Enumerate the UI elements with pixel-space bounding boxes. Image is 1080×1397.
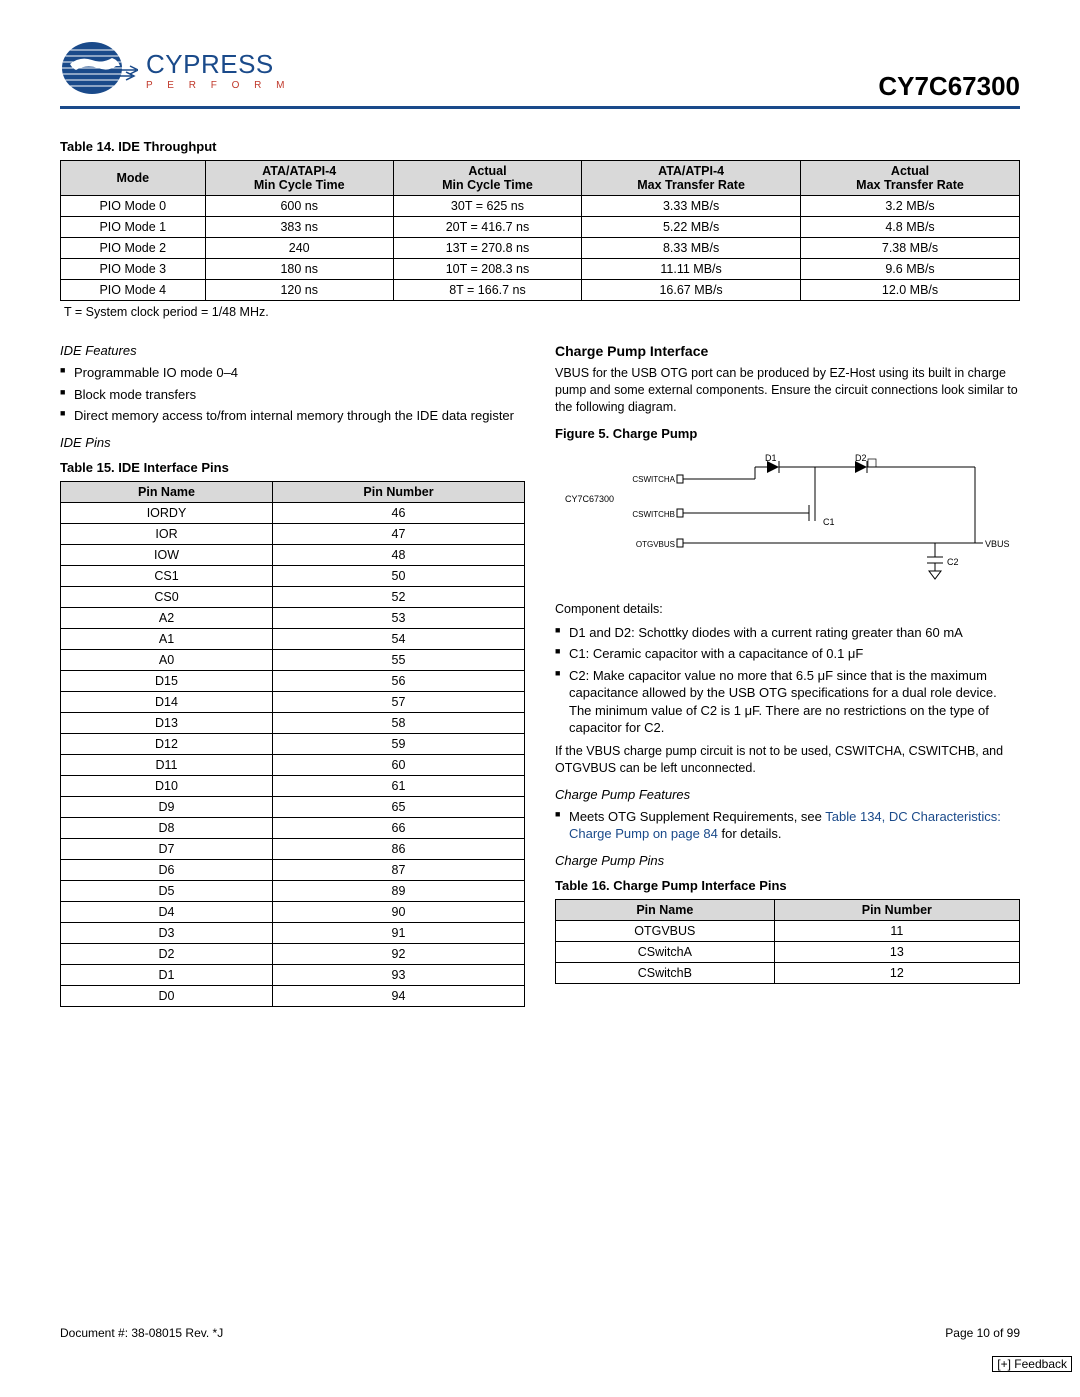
table-row: D1259 <box>61 733 525 754</box>
table-header: Pin Number <box>774 899 1019 920</box>
list-item: Direct memory access to/from internal me… <box>60 407 525 425</box>
page-footer: Document #: 38-08015 Rev. *J Page 10 of … <box>60 1326 1020 1340</box>
table-row: D292 <box>61 943 525 964</box>
svg-text:CSWITCHA: CSWITCHA <box>632 475 675 484</box>
table-header: Pin Number <box>273 481 525 502</box>
list-item: Meets OTG Supplement Requirements, see T… <box>555 808 1020 843</box>
table-row: PIO Mode 1383 ns20T = 416.7 ns5.22 MB/s4… <box>61 217 1020 238</box>
doc-number: Document #: 38-08015 Rev. *J <box>60 1326 223 1340</box>
table-row: D1160 <box>61 754 525 775</box>
svg-text:C2: C2 <box>947 557 959 567</box>
right-column: Charge Pump Interface VBUS for the USB O… <box>555 333 1020 1011</box>
table-row: D094 <box>61 985 525 1006</box>
cp-features-title: Charge Pump Features <box>555 787 1020 802</box>
brand-name: CYPRESS <box>146 51 291 77</box>
table-header: ActualMax Transfer Rate <box>801 161 1020 196</box>
page-number: Page 10 of 99 <box>945 1326 1020 1340</box>
table15-caption: Table 15. IDE Interface Pins <box>60 460 525 475</box>
page: CYPRESS P E R F O R M CY7C67300 Table 14… <box>0 0 1080 1380</box>
table14: ModeATA/ATAPI-4Min Cycle TimeActualMin C… <box>60 160 1020 301</box>
list-item: C1: Ceramic capacitor with a capacitance… <box>555 645 1020 663</box>
part-number: CY7C67300 <box>878 71 1020 102</box>
ide-pins-title: IDE Pins <box>60 435 525 450</box>
table-row: CSwitchA13 <box>556 941 1020 962</box>
svg-text:CSWITCHB: CSWITCHB <box>632 510 675 519</box>
table-header: Pin Name <box>556 899 775 920</box>
cp-features-list: Meets OTG Supplement Requirements, see T… <box>555 808 1020 843</box>
left-column: IDE Features Programmable IO mode 0–4 Blo… <box>60 333 525 1011</box>
table-row: CS052 <box>61 586 525 607</box>
list-item: D1 and D2: Schottky diodes with a curren… <box>555 624 1020 642</box>
list-item: Programmable IO mode 0–4 <box>60 364 525 382</box>
table-row: D1556 <box>61 670 525 691</box>
table-row: CS150 <box>61 565 525 586</box>
ide-features-title: IDE Features <box>60 343 525 358</box>
charge-pump-note: If the VBUS charge pump circuit is not t… <box>555 743 1020 777</box>
figure5-caption: Figure 5. Charge Pump <box>555 426 1020 441</box>
svg-text:VBUS: VBUS <box>985 539 1010 549</box>
table-row: PIO Mode 0600 ns30T = 625 ns3.33 MB/s3.2… <box>61 196 1020 217</box>
table-row: D490 <box>61 901 525 922</box>
charge-pump-intro: VBUS for the USB OTG port can be produce… <box>555 365 1020 416</box>
logo-block: CYPRESS P E R F O R M <box>60 40 291 102</box>
table14-caption: Table 14. IDE Throughput <box>60 139 1020 154</box>
table-header: Mode <box>61 161 206 196</box>
table16-caption: Table 16. Charge Pump Interface Pins <box>555 878 1020 893</box>
cypress-globe-icon <box>60 40 138 102</box>
table15: Pin NamePin Number IORDY46IOR47IOW48CS15… <box>60 481 525 1007</box>
component-details-title: Component details: <box>555 601 1020 618</box>
svg-text:C1: C1 <box>823 517 835 527</box>
list-item: C2: Make capacitor value no more that 6.… <box>555 667 1020 737</box>
table-row: IORDY46 <box>61 502 525 523</box>
table-row: D391 <box>61 922 525 943</box>
table-row: IOW48 <box>61 544 525 565</box>
table-header: Pin Name <box>61 481 273 502</box>
table-row: D589 <box>61 880 525 901</box>
figure5-diagram: CY7C67300 CSWITCHA CSWITCHB OTGVBUS D1 <box>555 447 1020 587</box>
svg-text:D2: D2 <box>855 453 867 463</box>
table-row: PIO Mode 4120 ns8T = 166.7 ns16.67 MB/s1… <box>61 280 1020 301</box>
fig-chip-label: CY7C67300 <box>565 494 614 504</box>
svg-text:OTGVBUS: OTGVBUS <box>636 540 675 549</box>
table-row: IOR47 <box>61 523 525 544</box>
table-row: D965 <box>61 796 525 817</box>
table-row: D866 <box>61 817 525 838</box>
svg-text:D1: D1 <box>765 453 777 463</box>
table-row: D687 <box>61 859 525 880</box>
table-row: PIO Mode 3180 ns10T = 208.3 ns11.11 MB/s… <box>61 259 1020 280</box>
table16: Pin NamePin Number OTGVBUS11CSwitchA13CS… <box>555 899 1020 984</box>
component-details-list: D1 and D2: Schottky diodes with a curren… <box>555 624 1020 737</box>
table-row: A253 <box>61 607 525 628</box>
table-row: PIO Mode 224013T = 270.8 ns8.33 MB/s7.38… <box>61 238 1020 259</box>
table-row: D1061 <box>61 775 525 796</box>
feedback-button[interactable]: [+] Feedback <box>992 1356 1072 1372</box>
list-item: Block mode transfers <box>60 386 525 404</box>
table-row: A055 <box>61 649 525 670</box>
table-row: OTGVBUS11 <box>556 920 1020 941</box>
table-row: D193 <box>61 964 525 985</box>
table-header: ActualMin Cycle Time <box>393 161 581 196</box>
cp-pins-title: Charge Pump Pins <box>555 853 1020 868</box>
table-header: ATA/ATAPI-4Min Cycle Time <box>205 161 393 196</box>
table-row: D1457 <box>61 691 525 712</box>
page-header: CYPRESS P E R F O R M CY7C67300 <box>60 40 1020 109</box>
table-row: A154 <box>61 628 525 649</box>
charge-pump-title: Charge Pump Interface <box>555 343 1020 359</box>
table-header: ATA/ATPI-4Max Transfer Rate <box>582 161 801 196</box>
table-row: D1358 <box>61 712 525 733</box>
brand-tagline: P E R F O R M <box>146 81 291 91</box>
table14-footnote: T = System clock period = 1/48 MHz. <box>64 305 1020 319</box>
table-row: CSwitchB12 <box>556 962 1020 983</box>
table-row: D786 <box>61 838 525 859</box>
ide-features-list: Programmable IO mode 0–4 Block mode trans… <box>60 364 525 425</box>
